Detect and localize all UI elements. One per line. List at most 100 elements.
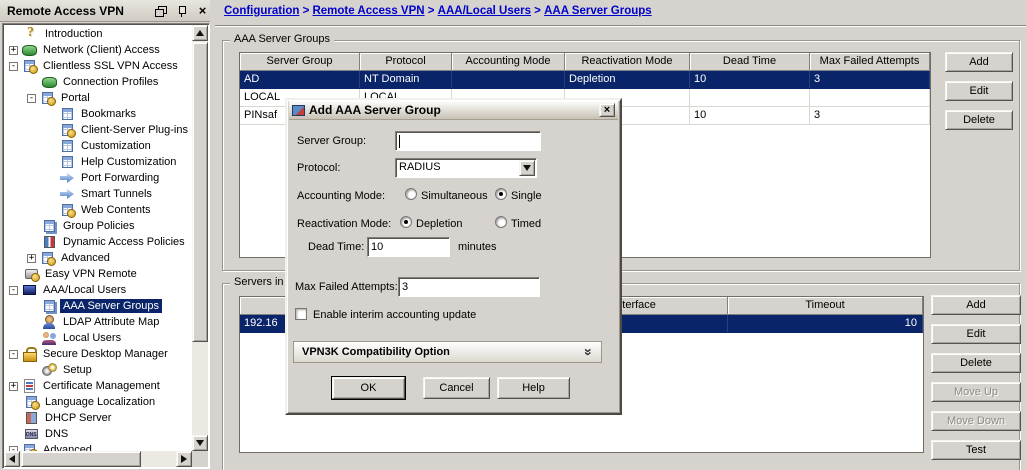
- tree-item-introduction[interactable]: Introduction: [5, 26, 191, 42]
- panel-splitter[interactable]: [210, 0, 214, 470]
- tree-item-easy-vpn-remote[interactable]: Easy VPN Remote: [5, 266, 191, 282]
- accounting-single-radio[interactable]: [495, 188, 507, 200]
- tree-item-label: Certificate Management: [43, 380, 160, 392]
- tree-item-connection-profiles[interactable]: Connection Profiles: [5, 74, 191, 90]
- navigation-tree: Introduction + Network (Client) Access - Cli…: [5, 26, 191, 452]
- tree-item-help-customization[interactable]: Help Customization: [5, 154, 191, 170]
- pin-icon[interactable]: [174, 4, 189, 17]
- tree-item-label: Web Contents: [81, 204, 151, 216]
- building-icon: [24, 411, 39, 425]
- collapse-minus-icon[interactable]: -: [9, 285, 18, 295]
- expand-plus-icon[interactable]: +: [27, 253, 36, 263]
- dead-time-input[interactable]: [367, 237, 450, 257]
- tree-item-advanced[interactable]: + Advanced: [5, 250, 191, 266]
- tree-item-local-users[interactable]: Local Users: [5, 330, 191, 346]
- tree-item-language-localization[interactable]: Language Localization: [5, 394, 191, 410]
- ok-button[interactable]: OK: [332, 377, 405, 399]
- chevron-down-icon[interactable]: [519, 160, 535, 176]
- scroll-right-icon[interactable]: [176, 451, 192, 467]
- float-panel-icon[interactable]: [153, 4, 168, 17]
- tree-item-ldap-attribute-map[interactable]: LDAP Attribute Map: [5, 314, 191, 330]
- column-header-accounting-mode[interactable]: Accounting Mode: [452, 53, 565, 71]
- scroll-up-icon[interactable]: [192, 25, 208, 41]
- tree-item-customization[interactable]: Customization: [5, 138, 191, 154]
- tree-item-dhcp-server[interactable]: DHCP Server: [5, 410, 191, 426]
- collapse-minus-icon[interactable]: -: [27, 93, 36, 103]
- navigation-sidebar: Remote Access VPN × Introduction + Network…: [0, 0, 214, 470]
- server-group-input[interactable]: [395, 131, 541, 151]
- tree-item-label: Bookmarks: [81, 108, 137, 120]
- tree-item-dynamic-access-policies[interactable]: Dynamic Access Policies: [5, 234, 191, 250]
- move-up-button: Move Up: [931, 382, 1021, 402]
- max-failed-attempts-input[interactable]: [398, 277, 540, 297]
- tree-item-aaa-server-groups[interactable]: AAA Server Groups: [5, 298, 191, 314]
- tree-item-web-contents[interactable]: Web Contents: [5, 202, 191, 218]
- person-icon: [42, 315, 57, 329]
- dialog-close-icon[interactable]: ×: [599, 103, 615, 117]
- grid-icon: [60, 139, 75, 153]
- tree-item-label: Local Users: [63, 332, 122, 344]
- column-header-timeout[interactable]: Timeout: [728, 297, 923, 315]
- close-icon[interactable]: ×: [195, 4, 210, 17]
- card-icon: [22, 283, 37, 297]
- tree-item-network-client-access[interactable]: + Network (Client) Access: [5, 42, 191, 58]
- vpn3k-compatibility-expander[interactable]: VPN3K Compatibility Option »: [293, 341, 602, 363]
- column-header-dead-time[interactable]: Dead Time: [690, 53, 810, 71]
- tree-item-label: Advanced: [61, 252, 110, 264]
- protocol-dropdown[interactable]: RADIUS: [395, 158, 537, 178]
- tree-item-client-server-plug-ins[interactable]: Client-Server Plug-ins: [5, 122, 191, 138]
- help-button[interactable]: Help: [497, 377, 570, 399]
- tree-item-setup[interactable]: Setup: [5, 362, 191, 378]
- add-button[interactable]: Add: [945, 52, 1013, 72]
- breadcrumb-link-aaa-local-users[interactable]: AAA/Local Users: [438, 5, 531, 17]
- vertical-scroll-thumb[interactable]: [192, 42, 208, 342]
- tree-item-dns[interactable]: DNS: [5, 426, 191, 442]
- column-header-reactivation-mode[interactable]: Reactivation Mode: [565, 53, 690, 71]
- expand-plus-icon[interactable]: +: [9, 381, 18, 391]
- scroll-down-icon[interactable]: [192, 435, 208, 451]
- tree-item-smart-tunnels[interactable]: Smart Tunnels: [5, 186, 191, 202]
- edit-button[interactable]: Edit: [945, 81, 1013, 101]
- reactivation-timed-label: Timed: [511, 218, 542, 230]
- dialog-titlebar[interactable]: Add AAA Server Group ×: [289, 101, 618, 120]
- tree-item-certificate-management[interactable]: + Certificate Management: [5, 378, 191, 394]
- grid-gear-icon: [60, 123, 76, 138]
- tree-item-secure-desktop-manager[interactable]: - Secure Desktop Manager: [5, 346, 191, 362]
- collapse-minus-icon[interactable]: -: [9, 61, 18, 71]
- collapse-minus-icon[interactable]: -: [9, 349, 18, 359]
- interim-accounting-checkbox[interactable]: [295, 308, 307, 320]
- tree-item-aaa-local-users[interactable]: - AAA/Local Users: [5, 282, 191, 298]
- breadcrumb-link-remote-access-vpn[interactable]: Remote Access VPN: [312, 5, 424, 17]
- scroll-left-icon[interactable]: [4, 451, 20, 467]
- horizontal-scroll-thumb[interactable]: [21, 451, 141, 467]
- column-header-max-failed-attempts[interactable]: Max Failed Attempts: [810, 53, 930, 71]
- reactivation-depletion-radio[interactable]: [400, 216, 412, 228]
- accounting-simultaneous-radio[interactable]: [405, 188, 417, 200]
- tree-item-port-forwarding[interactable]: Port Forwarding: [5, 170, 191, 186]
- tree-item-clientless-ssl-vpn-access[interactable]: - Clientless SSL VPN Access: [5, 58, 191, 74]
- expand-plus-icon[interactable]: +: [9, 45, 18, 55]
- table-cell: AD: [240, 71, 360, 88]
- table-row[interactable]: AD NT Domain Depletion 10 3: [240, 71, 930, 89]
- delete-button[interactable]: Delete: [945, 110, 1013, 130]
- breadcrumb-link-configuration[interactable]: Configuration: [224, 5, 299, 17]
- tree-item-bookmarks[interactable]: Bookmarks: [5, 106, 191, 122]
- test-button[interactable]: Test: [931, 440, 1021, 460]
- cancel-button[interactable]: Cancel: [423, 377, 490, 399]
- down-arrow-icon: [196, 440, 204, 446]
- column-header-protocol[interactable]: Protocol: [360, 53, 452, 71]
- table-cell: Depletion: [565, 71, 690, 88]
- breadcrumb-link-aaa-server-groups[interactable]: AAA Server Groups: [544, 5, 652, 17]
- edit-button[interactable]: Edit: [931, 324, 1021, 344]
- tree-item-portal[interactable]: - Portal: [5, 90, 191, 106]
- tree-item-group-policies[interactable]: Group Policies: [5, 218, 191, 234]
- reactivation-timed-radio[interactable]: [495, 216, 507, 228]
- grid-icon: [60, 155, 75, 169]
- tree-vertical-scrollbar[interactable]: [192, 25, 208, 451]
- delete-button[interactable]: Delete: [931, 353, 1021, 373]
- add-button[interactable]: Add: [931, 295, 1021, 315]
- question-icon: [24, 26, 39, 41]
- dialog-app-icon: [292, 104, 305, 116]
- column-header-server-group[interactable]: Server Group: [240, 53, 360, 71]
- tree-horizontal-scrollbar[interactable]: [4, 451, 192, 467]
